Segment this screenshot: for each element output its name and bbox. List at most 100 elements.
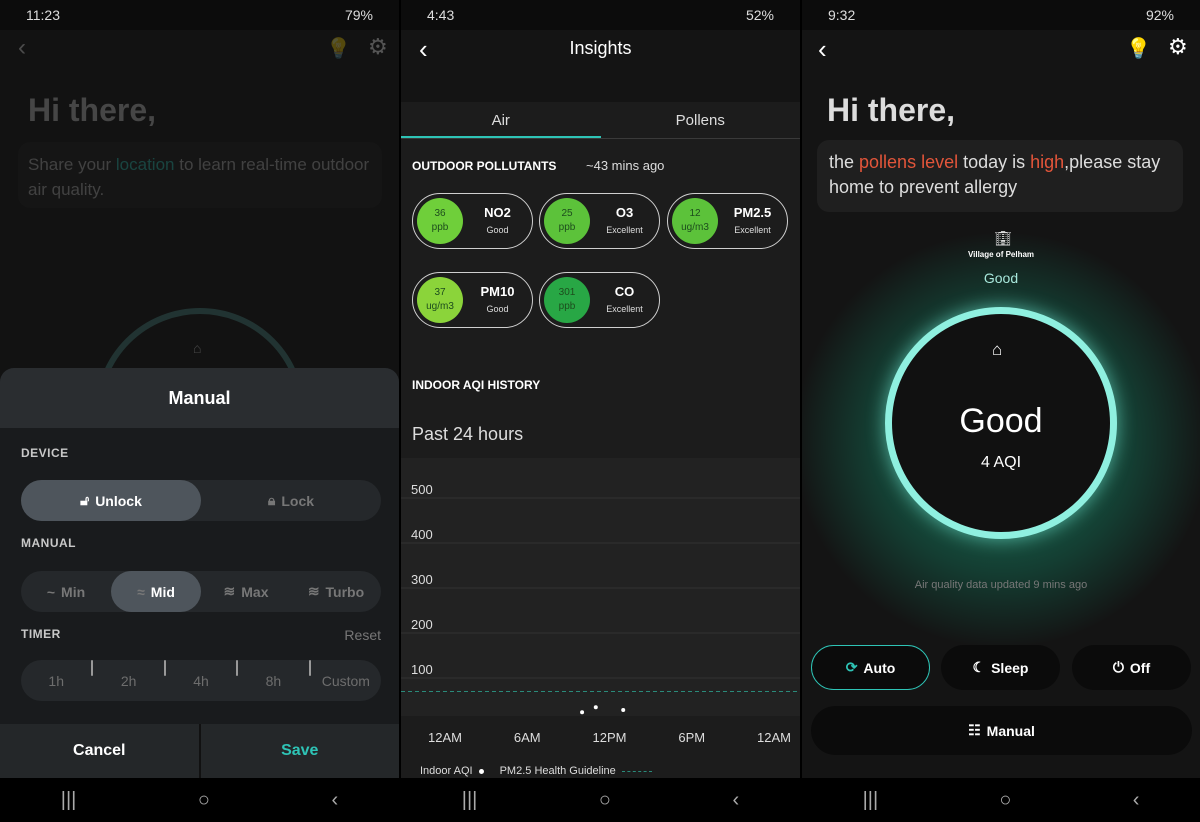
building-icon: 🏢︎	[994, 230, 1012, 246]
pollutant-no2[interactable]: 36 ppb NO2 Good	[412, 193, 533, 249]
recents-icon[interactable]: |||	[61, 789, 77, 812]
home-nav-icon[interactable]: ○	[198, 789, 210, 812]
mode-auto-button[interactable]: ⟳ Auto	[811, 645, 930, 690]
y-tick-label: 100	[411, 662, 433, 677]
timer-custom[interactable]: Custom	[311, 660, 381, 701]
fan-speed-selector: ~ Min ≈ Mid ≋ Max ≋ Turbo	[21, 571, 381, 612]
sheet-title: Manual	[0, 368, 399, 428]
indoor-status: Good	[959, 402, 1043, 440]
lightbulb-icon[interactable]: 💡	[1126, 36, 1151, 61]
back-icon[interactable]: ‹	[18, 34, 26, 62]
speed-turbo[interactable]: ≋ Turbo	[291, 571, 381, 612]
power-icon: ⏻	[1112, 659, 1124, 675]
pollutant-pm25[interactable]: 12 ug/m3 PM2.5 Excellent	[667, 193, 788, 249]
auto-icon: ⟳	[845, 659, 858, 675]
system-nav: ||| ○ ‹	[0, 778, 399, 822]
speed-max[interactable]: ≋ Max	[201, 571, 291, 612]
timer-2h[interactable]: 2h	[93, 660, 163, 701]
legend-dot	[478, 768, 484, 774]
aqi-history-chart: 100 200 300 400 500 12AM 6AM 12PM 6PM 12AM	[401, 458, 800, 745]
pollutant-o3[interactable]: 25 ppb O3 Excellent	[539, 193, 660, 249]
location-link[interactable]: location	[116, 155, 175, 174]
pollutant-co[interactable]: 301 ppb CO Excellent	[539, 272, 660, 328]
back-nav-icon[interactable]: ‹	[1133, 789, 1140, 812]
pollutant-rating: Excellent	[734, 224, 771, 235]
pollutant-name: PM2.5	[733, 204, 772, 220]
pollutant-rating: Good	[486, 303, 509, 314]
pollutant-value-badge: 12 ug/m3	[672, 198, 718, 244]
back-nav-icon[interactable]: ‹	[733, 789, 740, 812]
x-tick-label: 12AM	[757, 730, 791, 745]
cancel-button[interactable]: Cancel	[0, 724, 201, 778]
speed-min[interactable]: ~ Min	[21, 571, 111, 612]
pollutant-value-badge: 36 ppb	[417, 198, 463, 244]
speed-mid[interactable]: ≈ Mid	[111, 571, 201, 612]
home-icon: ⌂	[193, 340, 202, 356]
lock-icon: 🔒︎	[267, 492, 276, 508]
manual-button[interactable]: ☷ Manual	[811, 706, 1192, 755]
pollutant-name: PM10	[480, 283, 515, 299]
pollutant-name: NO2	[484, 204, 511, 220]
legend-guideline: PM2.5 Health Guideline	[499, 765, 616, 777]
x-tick-label: 12PM	[593, 730, 627, 745]
outdoor-label: OUTDOOR POLLUTANTS	[412, 159, 557, 173]
wave-icon: ≋	[307, 583, 320, 599]
manual-label: MANUAL	[21, 536, 76, 550]
indoor-aqi-point	[621, 707, 626, 712]
recents-icon[interactable]: |||	[863, 789, 879, 812]
status-bar: 11:23 79%	[0, 0, 399, 30]
gear-icon[interactable]: ⚙	[1168, 34, 1188, 60]
system-nav: ||| ○ ‹	[802, 778, 1200, 822]
recents-icon[interactable]: |||	[462, 789, 478, 812]
mode-off-button[interactable]: ⏻ Off	[1072, 645, 1191, 690]
legend-dash	[621, 770, 652, 772]
lock-option[interactable]: 🔒︎ Lock	[201, 480, 381, 521]
chart-legend: Indoor AQI PM2.5 Health Guideline	[420, 765, 652, 777]
back-nav-icon[interactable]: ‹	[332, 789, 339, 812]
gear-icon[interactable]: ⚙	[368, 34, 388, 60]
tabs: Air Pollens	[401, 102, 800, 139]
legend-indoor: Indoor AQI	[420, 765, 473, 777]
pollutant-pm10[interactable]: 37 ug/m3 PM10 Good	[412, 272, 533, 328]
manual-mode-screen: 11:23 79% ‹ 💡 ⚙ Hi there, Share your loca…	[0, 0, 399, 822]
timer-8h[interactable]: 8h	[238, 660, 308, 701]
home-nav-icon[interactable]: ○	[999, 789, 1011, 812]
y-tick-label: 400	[411, 527, 433, 542]
system-nav: ||| ○ ‹	[401, 778, 800, 822]
indoor-aqi-point	[580, 710, 585, 715]
save-button[interactable]: Save	[201, 724, 400, 778]
lightbulb-icon[interactable]: 💡	[326, 36, 351, 61]
pollutant-value-badge: 301 ppb	[544, 277, 590, 323]
pollutant-rating: Excellent	[606, 224, 643, 235]
device-label: DEVICE	[21, 446, 69, 460]
moon-icon: ☾	[972, 659, 986, 675]
status-time: 11:23	[26, 7, 60, 23]
tab-pollens[interactable]: Pollens	[601, 102, 801, 138]
aqi-value: 4 AQI	[980, 454, 1022, 471]
status-bar: 9:32 92%	[802, 0, 1200, 30]
indoor-aqi-point	[593, 705, 598, 710]
range-label[interactable]: Past 24 hours	[412, 424, 523, 445]
updated-text: Air quality data updated 9 mins ago	[914, 579, 1088, 591]
battery-level: 79%	[344, 7, 373, 23]
tab-air[interactable]: Air	[401, 102, 601, 138]
reset-button[interactable]: Reset	[344, 627, 381, 643]
device-lock-toggle: 🔓︎ Unlock 🔒︎ Lock	[21, 480, 381, 521]
home-nav-icon[interactable]: ○	[599, 789, 611, 812]
x-tick-label: 6AM	[514, 730, 541, 745]
mode-sleep-button[interactable]: ☾ Sleep	[941, 645, 1060, 690]
outdoor-status: Good	[983, 270, 1019, 286]
location-message: Share your location to learn real-time o…	[18, 142, 382, 208]
home-screen: 9:32 92% ‹ 💡 ⚙ Hi there, the pollens leve…	[802, 0, 1200, 822]
unlock-option[interactable]: 🔓︎ Unlock	[21, 480, 201, 521]
timer-4h[interactable]: 4h	[166, 660, 236, 701]
page-title: Insights	[569, 38, 632, 58]
back-icon[interactable]: ‹	[818, 34, 827, 65]
timer-selector: 1h 2h 4h 8h Custom	[21, 660, 381, 701]
pollutant-name: CO	[614, 283, 635, 299]
pollen-message: the pollens level today is high,please s…	[817, 140, 1183, 212]
sheet-footer: Cancel Save	[0, 724, 399, 778]
timer-1h[interactable]: 1h	[21, 660, 91, 701]
home-icon: ⌂	[992, 340, 1003, 359]
pollutant-name: O3	[615, 204, 634, 220]
